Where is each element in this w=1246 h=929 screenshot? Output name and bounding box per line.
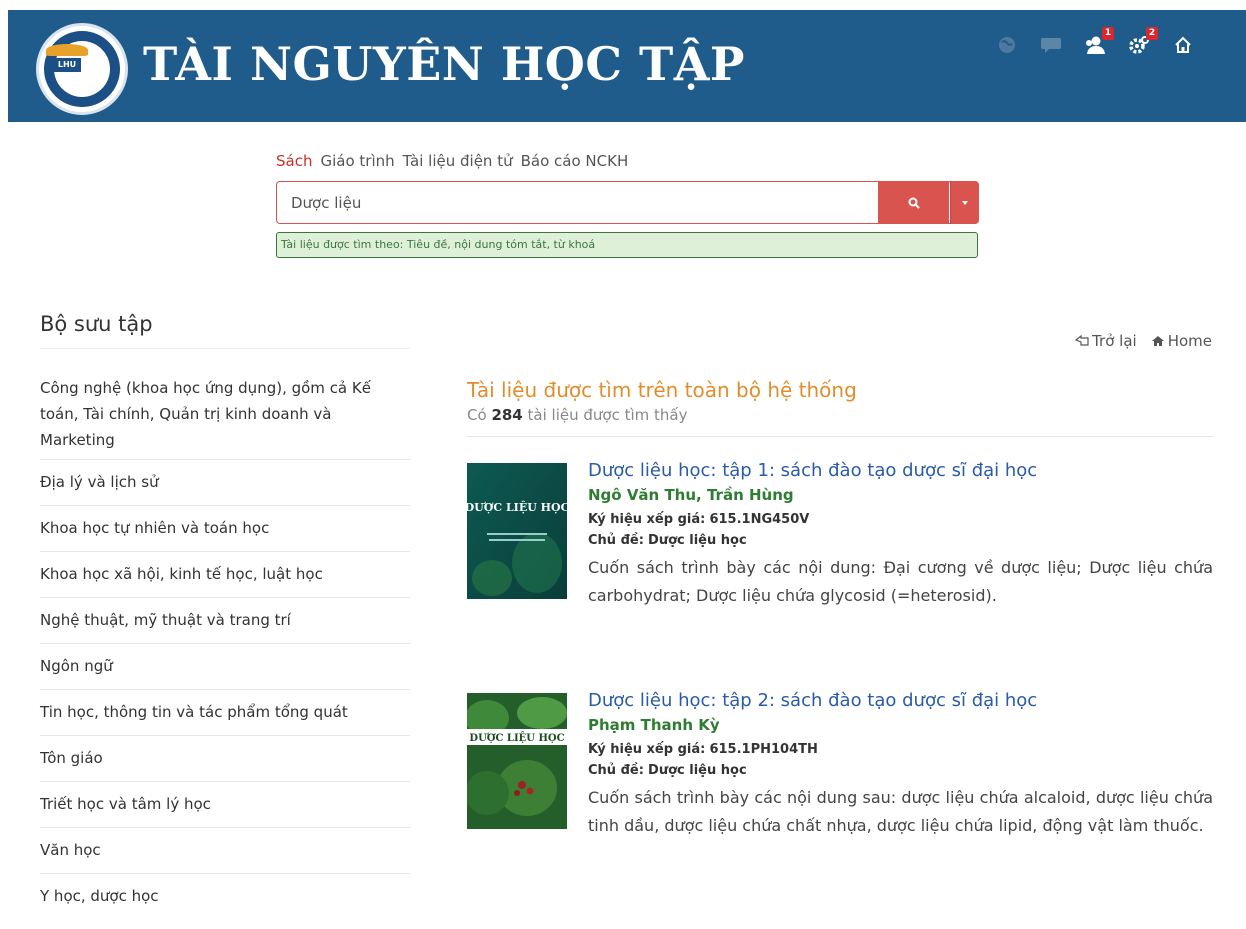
subject-label: Chủ đề: (588, 763, 644, 778)
search-bar (276, 181, 979, 224)
users-icon[interactable]: 1 (1084, 27, 1114, 56)
sidebar-item[interactable]: Địa lý và lịch sử (40, 460, 410, 506)
tab-sach[interactable]: Sách (276, 152, 312, 174)
result-title-link[interactable]: Dược liệu học: tập 2: sách đào tạo dược … (588, 690, 1213, 711)
page-nav: Trở lại Home (1075, 332, 1212, 350)
sidebar-item[interactable]: Công nghệ (khoa học ứng dụng), gồm cả Kế… (40, 349, 410, 460)
collection-sidebar: Bộ sưu tập Công nghệ (khoa học ứng dụng)… (40, 312, 410, 919)
tab-giao-trinh[interactable]: Giáo trình (320, 152, 394, 174)
cover-title: DƯỢC LIỆU HỌC (467, 500, 567, 514)
sidebar-item[interactable]: Y học, dược học (40, 874, 410, 919)
search-input[interactable] (277, 182, 877, 223)
divider (467, 436, 1213, 437)
home-link[interactable]: Home (1151, 332, 1212, 350)
result-info: Dược liệu học: tập 1: sách đào tạo dược … (588, 460, 1213, 610)
count-prefix: Có (467, 406, 487, 424)
count-suffix: tài liệu được tìm thấy (527, 406, 688, 424)
home-link-label: Home (1167, 332, 1212, 350)
university-logo[interactable]: LHU (36, 23, 128, 115)
result-callno: Ký hiệu xếp giá: 615.1NG450V (588, 512, 1213, 527)
sidebar-title: Bộ sưu tập (40, 312, 410, 349)
callno-value: 615.1NG450V (709, 512, 810, 527)
home-icon[interactable] (1172, 34, 1194, 56)
count-value: 284 (491, 406, 523, 424)
result-author[interactable]: Phạm Thanh Kỳ (588, 716, 1213, 734)
search-button[interactable] (878, 181, 949, 224)
callno-value: 615.1PH104TH (709, 742, 818, 757)
tab-bao-cao-nckh[interactable]: Báo cáo NCKH (521, 152, 629, 174)
hand-left-icon (1075, 335, 1089, 346)
sidebar-item[interactable]: Tôn giáo (40, 736, 410, 782)
search-tabs: Sách Giáo trình Tài liệu điện tử Báo cáo… (276, 152, 978, 174)
back-link-label: Trở lại (1092, 332, 1137, 350)
tab-tai-lieu-dien-tu[interactable]: Tài liệu điện tử (403, 152, 513, 174)
globe-icon[interactable] (996, 34, 1018, 56)
header-icons: 1 2 (996, 27, 1194, 56)
result-title-link[interactable]: Dược liệu học: tập 1: sách đào tạo dược … (588, 460, 1213, 481)
result-description: Cuốn sách trình bày các nội dung sau: dư… (588, 788, 1213, 835)
sidebar-item[interactable]: Khoa học xã hội, kinh tế học, luật học (40, 552, 410, 598)
book-cover-image[interactable]: DƯỢC LIỆU HỌC (467, 693, 567, 829)
home-icon (1151, 336, 1164, 346)
result-info: Dược liệu học: tập 2: sách đào tạo dược … (588, 690, 1213, 840)
subject-label: Chủ đề: (588, 533, 644, 548)
result-subject: Chủ đề: Dược liệu học (588, 533, 1213, 548)
sidebar-item[interactable]: Khoa học tự nhiên và toán học (40, 506, 410, 552)
result-subject: Chủ đề: Dược liệu học (588, 763, 1213, 778)
users-badge: 1 (1102, 27, 1114, 40)
results-title: Tài liệu được tìm trên toàn bộ hệ thống (467, 378, 857, 402)
result-description: Cuốn sách trình bày các nội dung: Đại cư… (588, 558, 1213, 605)
sidebar-item[interactable]: Ngôn ngữ (40, 644, 410, 690)
back-link[interactable]: Trở lại (1075, 332, 1137, 350)
callno-label: Ký hiệu xếp giá: (588, 512, 706, 527)
subject-value[interactable]: Dược liệu học (648, 533, 747, 548)
gears-badge: 2 (1146, 27, 1158, 40)
sidebar-item[interactable]: Tin học, thông tin và tác phẩm tổng quát (40, 690, 410, 736)
sidebar-item[interactable]: Văn học (40, 828, 410, 874)
site-title[interactable]: TÀI NGUYÊN HỌC TẬP (143, 37, 745, 91)
search-results: Tài liệu được tìm trên toàn bộ hệ thống … (467, 378, 1213, 835)
chat-icon[interactable] (1040, 34, 1062, 56)
gears-icon[interactable]: 2 (1128, 27, 1158, 56)
result-author[interactable]: Ngô Văn Thu, Trần Hùng (588, 486, 1213, 504)
sidebar-item[interactable]: Nghệ thuật, mỹ thuật và trang trí (40, 598, 410, 644)
search-icon (908, 197, 920, 209)
search-options-dropdown[interactable] (950, 181, 979, 224)
caret-down-icon (962, 200, 968, 205)
search-area: Sách Giáo trình Tài liệu điện tử Báo cáo… (276, 152, 979, 258)
cover-title: DƯỢC LIỆU HỌC (469, 732, 564, 744)
search-hint: Tài liệu được tìm theo: Tiêu đề, nội dun… (276, 232, 978, 258)
result-callno: Ký hiệu xếp giá: 615.1PH104TH (588, 742, 1213, 757)
logo-text: LHU (57, 60, 77, 69)
results-count: Có 284 tài liệu được tìm thấy (467, 406, 1213, 424)
callno-label: Ký hiệu xếp giá: (588, 742, 706, 757)
subject-value[interactable]: Dược liệu học (648, 763, 747, 778)
site-header: LHU TÀI NGUYÊN HỌC TẬP 1 2 (8, 10, 1246, 122)
sidebar-item[interactable]: Triết học và tâm lý học (40, 782, 410, 828)
book-cover-image[interactable]: DƯỢC LIỆU HỌC (467, 463, 567, 599)
